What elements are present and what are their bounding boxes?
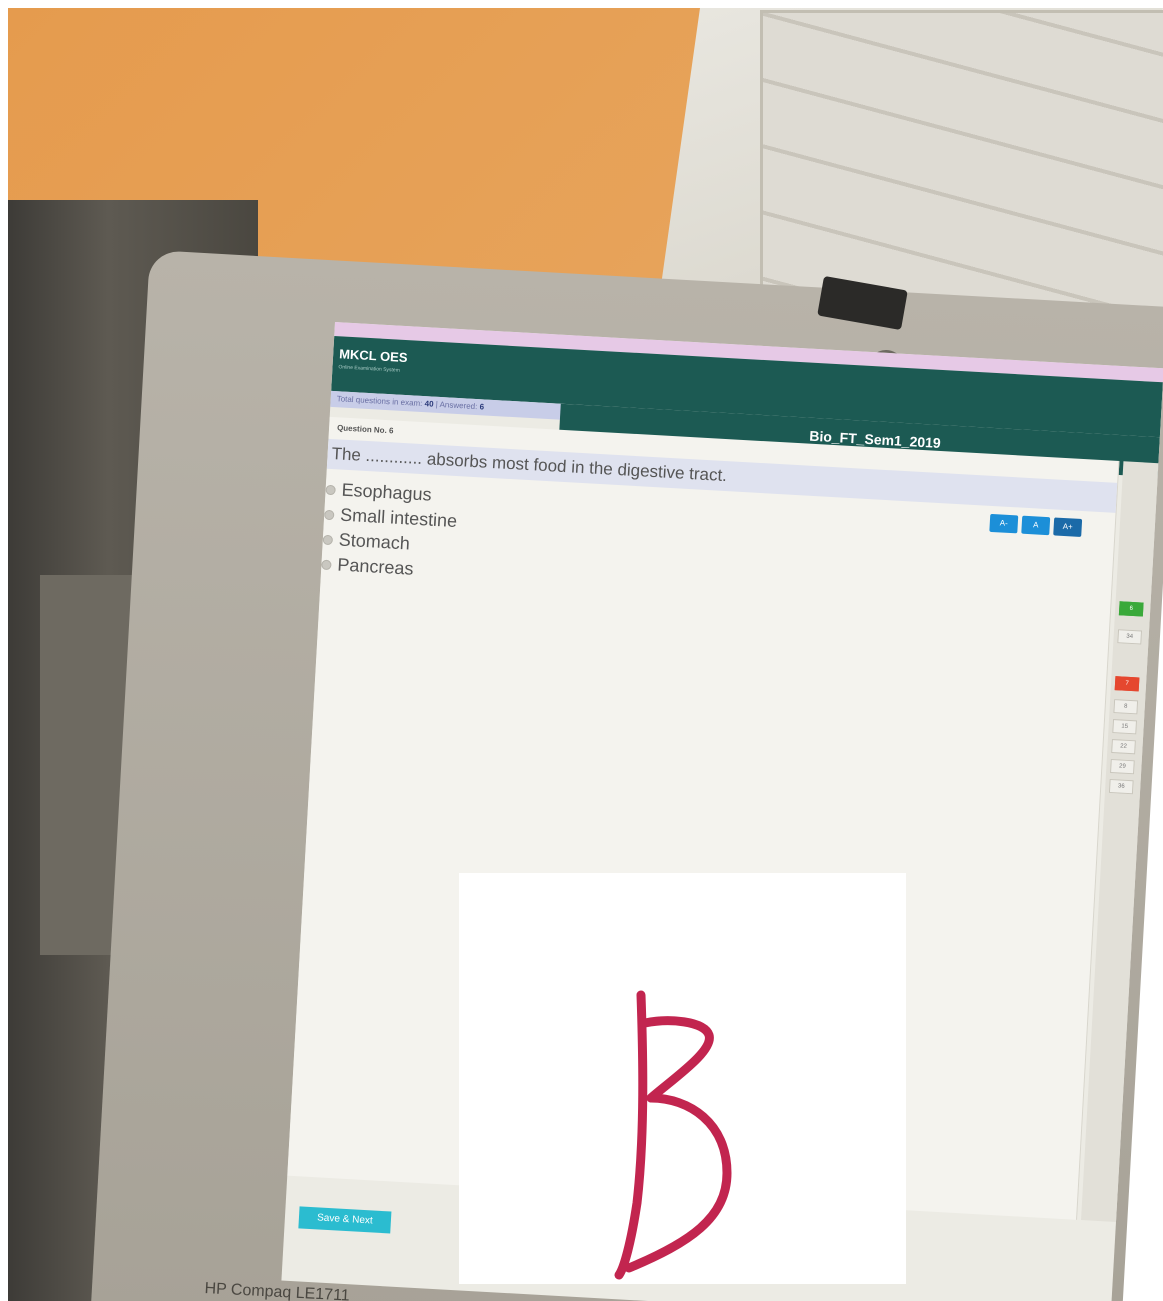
nav-question-8[interactable]: 8 bbox=[1113, 699, 1139, 715]
answer-options: Esophagus Small intestine Stomach Pancre… bbox=[321, 477, 459, 584]
answered-label: | Answered: bbox=[435, 399, 478, 412]
photo-scene: hp HP Compaq LE1711 MKCL OES Online Exam… bbox=[0, 0, 1163, 1301]
radio-icon[interactable] bbox=[323, 509, 335, 520]
nav-question-22[interactable]: 22 bbox=[1111, 739, 1136, 755]
total-questions-label: Total questions in exam: bbox=[336, 394, 423, 408]
answered-value: 6 bbox=[479, 402, 485, 412]
nav-answered-marker[interactable]: 6 bbox=[1118, 601, 1144, 617]
option-label: Esophagus bbox=[341, 479, 433, 505]
font-decrease-button[interactable]: A- bbox=[989, 513, 1019, 534]
handwritten-b-glyph bbox=[614, 990, 732, 1280]
radio-icon[interactable] bbox=[325, 484, 336, 495]
nav-question-36[interactable]: 36 bbox=[1108, 778, 1134, 795]
handwritten-answer-box bbox=[459, 873, 906, 1284]
font-reset-button[interactable]: A bbox=[1021, 515, 1051, 536]
nav-counter: 34 bbox=[1117, 629, 1143, 645]
font-size-controls: A- A A+ bbox=[989, 513, 1083, 537]
question-number: Question No. 6 bbox=[336, 423, 394, 436]
radio-icon[interactable] bbox=[322, 534, 334, 545]
brand-subtitle: Online Examination System bbox=[338, 364, 400, 374]
nav-question-29[interactable]: 29 bbox=[1110, 758, 1135, 775]
save-next-button[interactable]: Save & Next bbox=[298, 1206, 392, 1234]
radio-icon[interactable] bbox=[321, 559, 332, 570]
option-label: Pancreas bbox=[336, 554, 414, 579]
option-label: Stomach bbox=[338, 529, 411, 554]
nav-question-15[interactable]: 15 bbox=[1112, 719, 1138, 735]
total-questions-value: 40 bbox=[424, 399, 434, 409]
nav-current-question[interactable]: 7 bbox=[1114, 676, 1140, 692]
brand-logo: MKCL OES bbox=[338, 346, 408, 366]
font-increase-button[interactable]: A+ bbox=[1053, 517, 1083, 537]
